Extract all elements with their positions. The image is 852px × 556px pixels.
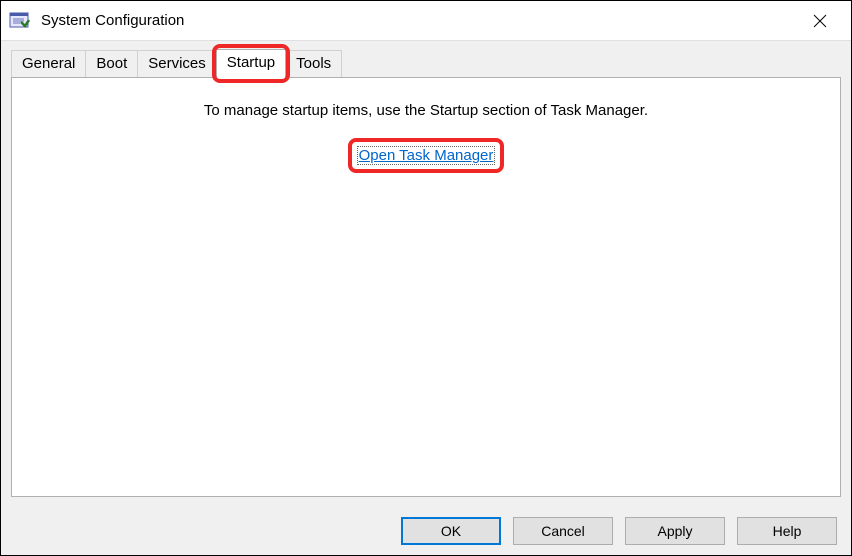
tab-startup-label: Startup xyxy=(227,54,275,71)
open-task-manager-link[interactable]: Open Task Manager xyxy=(357,146,496,165)
window-title: System Configuration xyxy=(41,12,797,29)
tab-startup[interactable]: Startup xyxy=(216,49,286,78)
tab-tools[interactable]: Tools xyxy=(285,50,342,77)
close-button[interactable] xyxy=(797,5,843,37)
tab-general[interactable]: General xyxy=(11,50,86,77)
system-configuration-window: System Configuration General Boot Servic… xyxy=(0,0,852,556)
tab-services[interactable]: Services xyxy=(137,50,217,77)
apply-button[interactable]: Apply xyxy=(625,517,725,545)
cancel-button[interactable]: Cancel xyxy=(513,517,613,545)
titlebar: System Configuration xyxy=(1,1,851,41)
help-button[interactable]: Help xyxy=(737,517,837,545)
content-area: General Boot Services Startup Tools To m… xyxy=(1,41,851,507)
app-icon xyxy=(9,10,31,32)
tab-strip: General Boot Services Startup Tools xyxy=(11,49,841,77)
startup-message: To manage startup items, use the Startup… xyxy=(32,102,820,119)
link-container: Open Task Manager xyxy=(32,147,820,164)
startup-panel: To manage startup items, use the Startup… xyxy=(11,77,841,497)
tab-boot[interactable]: Boot xyxy=(85,50,138,77)
button-bar: OK Cancel Apply Help xyxy=(1,507,851,555)
close-icon xyxy=(813,14,827,28)
ok-button[interactable]: OK xyxy=(401,517,501,545)
